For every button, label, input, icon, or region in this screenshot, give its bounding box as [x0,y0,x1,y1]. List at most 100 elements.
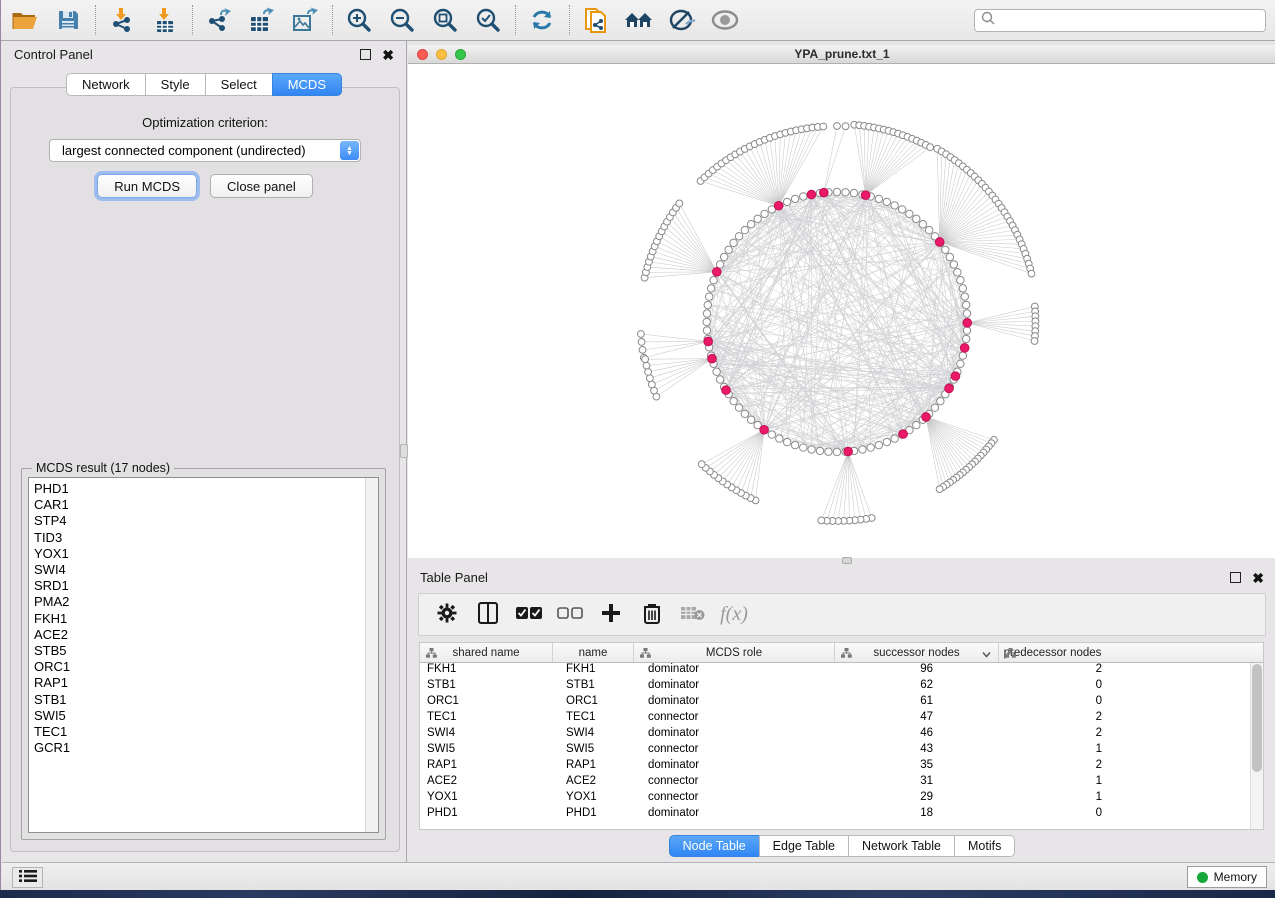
network-ring-node[interactable] [783,198,790,205]
task-history-button[interactable] [12,867,43,888]
network-mcds-node[interactable] [774,201,783,210]
table-cell[interactable]: 0 [999,679,1106,695]
mcds-result-item[interactable]: TID3 [34,530,378,546]
network-ring-node[interactable] [962,335,969,342]
network-ring-node[interactable] [883,438,890,445]
network-leaf-node[interactable] [642,356,649,363]
network-leaf-node[interactable] [834,123,841,130]
network-mcds-node[interactable] [722,386,731,395]
network-leaf-node[interactable] [820,123,827,130]
network-ring-node[interactable] [703,327,710,334]
network-ring-node[interactable] [954,269,961,276]
network-ring-node[interactable] [704,301,711,308]
table-cell[interactable]: dominator [634,695,835,711]
network-canvas[interactable] [408,64,1275,558]
table-cell[interactable]: 2 [999,663,1106,679]
tab-edge-table[interactable]: Edge Table [759,835,849,857]
network-ring-node[interactable] [735,233,742,240]
export-image-button[interactable] [287,3,323,37]
network-ring-node[interactable] [741,226,748,233]
table-cell[interactable]: ACE2 [420,775,553,791]
mcds-result-list[interactable]: PHD1CAR1STP4TID3YOX1SWI4SRD1PMA2FKH1ACE2… [28,477,379,833]
show-all-button[interactable] [707,3,743,37]
network-ring-node[interactable] [783,438,790,445]
network-graph[interactable] [408,64,1275,558]
save-session-button[interactable] [50,3,86,37]
network-ring-node[interactable] [891,435,898,442]
export-network-button[interactable] [201,3,237,37]
mcds-result-item[interactable]: RAP1 [34,675,378,691]
tab-select[interactable]: Select [205,73,273,96]
zoom-out-button[interactable] [384,3,420,37]
network-ring-node[interactable] [919,221,926,228]
delete-table-button[interactable] [680,602,706,628]
network-ring-node[interactable] [963,310,970,317]
network-ring-node[interactable] [833,448,840,455]
network-ring-node[interactable] [957,360,964,367]
table-cell[interactable]: 2 [999,727,1106,743]
network-ring-node[interactable] [959,352,966,359]
network-mcds-node[interactable] [704,337,713,346]
network-ring-node[interactable] [957,277,964,284]
table-cell[interactable]: dominator [634,727,835,743]
table-cell[interactable]: STB1 [553,679,634,695]
column-header-name[interactable]: name [553,643,634,662]
network-ring-node[interactable] [913,215,920,222]
network-leaf-node[interactable] [1028,270,1035,277]
table-cell[interactable]: 61 [835,695,999,711]
table-cell[interactable]: ACE2 [553,775,634,791]
network-ring-node[interactable] [800,193,807,200]
network-leaf-node[interactable] [1031,338,1038,345]
table-cell[interactable]: 96 [835,663,999,679]
add-column-button[interactable] [598,602,624,628]
run-mcds-button[interactable]: Run MCDS [97,174,197,198]
window-minimize-icon[interactable] [436,49,447,60]
column-header-mcds-role[interactable]: MCDS role [634,643,835,662]
network-mcds-node[interactable] [807,190,816,199]
table-cell[interactable]: 31 [835,775,999,791]
network-leaf-node[interactable] [637,331,644,338]
table-cell[interactable]: YOX1 [553,791,634,807]
network-mcds-node[interactable] [951,372,960,381]
network-ring-node[interactable] [754,215,761,222]
column-header-successor-nodes[interactable]: successor nodes [835,643,999,662]
mcds-result-item[interactable]: YOX1 [34,546,378,562]
network-ring-node[interactable] [946,253,953,260]
network-ring-node[interactable] [747,416,754,423]
network-ring-node[interactable] [716,376,723,383]
tab-network[interactable]: Network [66,73,146,96]
import-network-button[interactable] [104,3,140,37]
table-row[interactable]: TEC1TEC1connector472 [420,711,1263,727]
network-window-titlebar[interactable]: YPA_prune.txt_1 [408,45,1275,64]
network-mcds-node[interactable] [760,425,769,434]
optimization-criterion-select[interactable]: largest connected component (undirected)… [49,139,361,162]
table-cell[interactable]: RAP1 [420,759,553,775]
mcds-result-item[interactable]: STP4 [34,513,378,529]
network-ring-node[interactable] [925,226,932,233]
mcds-result-item[interactable]: SWI5 [34,708,378,724]
table-cell[interactable]: 62 [835,679,999,695]
network-ring-node[interactable] [705,293,712,300]
table-cell[interactable]: FKH1 [420,663,553,679]
mcds-result-item[interactable]: CAR1 [34,497,378,513]
network-mcds-node[interactable] [922,413,931,422]
network-ring-node[interactable] [720,253,727,260]
mcds-result-item[interactable]: TEC1 [34,724,378,740]
close-panel-icon[interactable]: ✖ [1252,571,1264,585]
network-ring-node[interactable] [937,397,944,404]
table-cell[interactable]: dominator [634,679,835,695]
table-cell[interactable]: 0 [999,807,1106,823]
network-leaf-node[interactable] [698,461,705,468]
window-maximize-icon[interactable] [455,49,466,60]
network-mcds-node[interactable] [708,354,717,363]
table-cell[interactable]: STB1 [420,679,553,695]
table-cell[interactable]: 2 [999,759,1106,775]
network-ring-node[interactable] [833,188,840,195]
network-leaf-node[interactable] [818,517,825,524]
network-ring-node[interactable] [761,210,768,217]
network-mcds-node[interactable] [899,430,908,439]
deselect-all-button[interactable] [557,602,583,628]
table-settings-button[interactable] [434,602,460,628]
network-leaf-node[interactable] [936,486,943,493]
network-ring-node[interactable] [867,444,874,451]
